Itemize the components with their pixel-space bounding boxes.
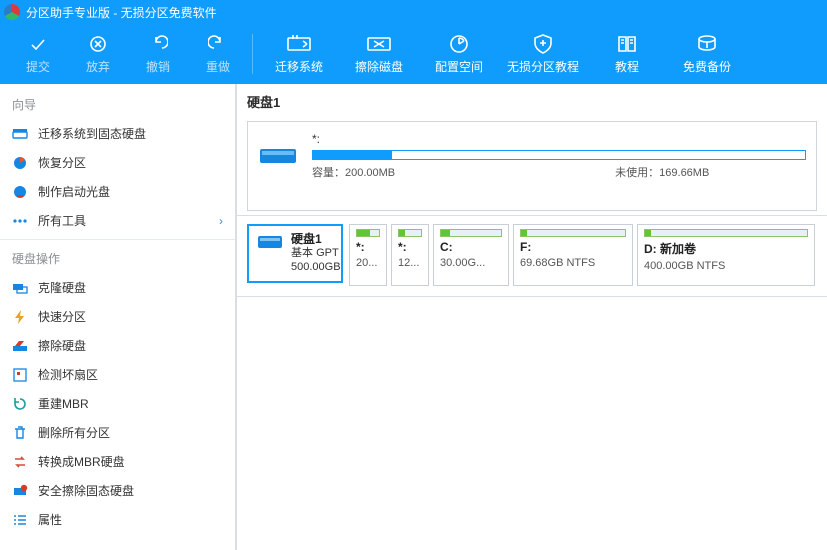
migrate-os-button[interactable]: 迁移系统 bbox=[259, 33, 339, 75]
commit-button[interactable]: 提交 bbox=[8, 33, 68, 75]
disk-icon bbox=[258, 143, 298, 169]
sidebar-item-recover-partition[interactable]: 恢复分区 bbox=[0, 148, 235, 177]
scan-icon bbox=[12, 367, 28, 383]
main-toolbar: 提交 放弃 撤销 重做 迁移系统 擦除磁盘 配置空间 无损分区教程 教 bbox=[0, 24, 827, 84]
bolt-icon bbox=[12, 309, 28, 325]
convert-icon bbox=[12, 454, 28, 470]
disc-icon bbox=[12, 184, 28, 200]
partition-size: 69.68GB NTFS bbox=[520, 257, 626, 269]
sidebar-item-label: 擦除硬盘 bbox=[38, 337, 86, 354]
eraser-icon bbox=[12, 338, 28, 354]
wipe-disk-button[interactable]: 擦除磁盘 bbox=[339, 33, 419, 75]
partition-name: F: bbox=[520, 240, 626, 254]
partition-strip: 硬盘1 基本 GPT 500.00GB *: 20... *: 12... C: 30.0… bbox=[237, 215, 827, 297]
app-title: 分区助手专业版 - 无损分区免费软件 bbox=[26, 4, 217, 21]
disk-descriptor-card[interactable]: 硬盘1 基本 GPT 500.00GB bbox=[247, 224, 343, 283]
chevron-right-icon: › bbox=[219, 214, 223, 228]
allocate-space-button[interactable]: 配置空间 bbox=[419, 33, 499, 75]
disk-overview-card[interactable]: *: 容量：200.00MB 未使用：169.66MB bbox=[247, 121, 817, 211]
sidebar-item-badsector-check[interactable]: 检测坏扇区 bbox=[0, 360, 235, 389]
sidebar-item-label: 克隆硬盘 bbox=[38, 279, 86, 296]
tutorial-button[interactable]: 教程 bbox=[587, 33, 667, 75]
sidebar-item-label: 检测坏扇区 bbox=[38, 366, 98, 383]
trash-icon bbox=[12, 425, 28, 441]
content-area: 硬盘1 *: 容量：200.00MB 未使用：169.66MB bbox=[236, 84, 827, 550]
partition-name: C: bbox=[440, 240, 502, 254]
partition-usage-bar bbox=[440, 229, 502, 237]
titlebar: 分区助手专业版 - 无损分区免费软件 bbox=[0, 0, 827, 24]
wizard-section-title: 向导 bbox=[0, 90, 235, 119]
partition-name: *: bbox=[398, 240, 422, 254]
partition-usage-bar bbox=[356, 229, 380, 237]
sidebar-item-label: 快速分区 bbox=[38, 308, 86, 325]
sidebar-item-rebuild-mbr[interactable]: 重建MBR bbox=[0, 389, 235, 418]
sidebar-item-label: 重建MBR bbox=[38, 395, 89, 412]
discard-button[interactable]: 放弃 bbox=[68, 33, 128, 75]
more-icon bbox=[12, 213, 28, 229]
partition-size: 12... bbox=[398, 257, 422, 269]
overview-free: 未使用：169.66MB bbox=[615, 164, 709, 180]
partition-card[interactable]: *: 20... bbox=[349, 224, 387, 286]
partition-card[interactable]: D: 新加卷 400.00GB NTFS bbox=[637, 224, 815, 286]
lossless-tutorial-button[interactable]: 无损分区教程 bbox=[499, 33, 587, 75]
partition-name: *: bbox=[356, 240, 380, 254]
redo-button[interactable]: 重做 bbox=[188, 33, 248, 75]
sidebar-item-label: 恢复分区 bbox=[38, 154, 86, 171]
overview-usage-bar bbox=[312, 150, 806, 160]
partition-size: 400.00GB NTFS bbox=[644, 260, 808, 272]
sidebar-item-convert-mbr[interactable]: 转换成MBR硬盘 bbox=[0, 447, 235, 476]
sidebar-item-label: 迁移系统到固态硬盘 bbox=[38, 125, 146, 142]
sidebar-item-clone-disk[interactable]: 克隆硬盘 bbox=[0, 273, 235, 302]
disk-small-icon bbox=[257, 232, 283, 275]
disk-title: 硬盘1 bbox=[237, 84, 827, 117]
clone-icon bbox=[12, 280, 28, 296]
diskops-section-title: 硬盘操作 bbox=[0, 244, 235, 273]
sidebar-item-label: 转换成MBR硬盘 bbox=[38, 453, 125, 470]
sidebar-item-delete-all[interactable]: 删除所有分区 bbox=[0, 418, 235, 447]
partition-size: 20... bbox=[356, 257, 380, 269]
partition-name: D: 新加卷 bbox=[644, 240, 808, 257]
partition-card[interactable]: C: 30.00G... bbox=[433, 224, 509, 286]
sidebar: 向导 迁移系统到固态硬盘 恢复分区 制作启动光盘 所有工具 › 硬盘操作 克隆硬… bbox=[0, 84, 236, 550]
disk-desc-title: 硬盘1 bbox=[291, 232, 341, 247]
app-logo-icon bbox=[4, 4, 20, 20]
partition-usage-bar bbox=[398, 229, 422, 237]
sidebar-item-label: 安全擦除固态硬盘 bbox=[38, 482, 134, 499]
sidebar-item-wipe-disk[interactable]: 擦除硬盘 bbox=[0, 331, 235, 360]
refresh-icon bbox=[12, 396, 28, 412]
overview-used: 容量：200.00MB bbox=[312, 164, 395, 180]
partition-card[interactable]: F: 69.68GB NTFS bbox=[513, 224, 633, 286]
sidebar-item-label: 删除所有分区 bbox=[38, 424, 110, 441]
sidebar-item-migrate-to-ssd[interactable]: 迁移系统到固态硬盘 bbox=[0, 119, 235, 148]
secure-erase-icon bbox=[12, 483, 28, 499]
sidebar-item-label: 所有工具 bbox=[38, 212, 86, 229]
sidebar-item-make-boot-disc[interactable]: 制作启动光盘 bbox=[0, 177, 235, 206]
free-backup-button[interactable]: 免费备份 bbox=[667, 33, 747, 75]
sidebar-item-quick-partition[interactable]: 快速分区 bbox=[0, 302, 235, 331]
sidebar-item-label: 制作启动光盘 bbox=[38, 183, 110, 200]
sidebar-item-all-tools[interactable]: 所有工具 › bbox=[0, 206, 235, 235]
overview-drive-letter: *: bbox=[312, 132, 806, 146]
sidebar-item-label: 属性 bbox=[38, 511, 62, 528]
undo-button[interactable]: 撤销 bbox=[128, 33, 188, 75]
partition-usage-bar bbox=[644, 229, 808, 237]
ssd-icon bbox=[12, 126, 28, 142]
sidebar-item-secure-erase-ssd[interactable]: 安全擦除固态硬盘 bbox=[0, 476, 235, 505]
toolbar-separator bbox=[252, 34, 253, 74]
pie-icon bbox=[12, 155, 28, 171]
list-icon bbox=[12, 512, 28, 528]
partition-card[interactable]: *: 12... bbox=[391, 224, 429, 286]
main-area: 向导 迁移系统到固态硬盘 恢复分区 制作启动光盘 所有工具 › 硬盘操作 克隆硬… bbox=[0, 84, 827, 550]
partition-usage-bar bbox=[520, 229, 626, 237]
sidebar-item-properties[interactable]: 属性 bbox=[0, 505, 235, 534]
partition-size: 30.00G... bbox=[440, 257, 502, 269]
